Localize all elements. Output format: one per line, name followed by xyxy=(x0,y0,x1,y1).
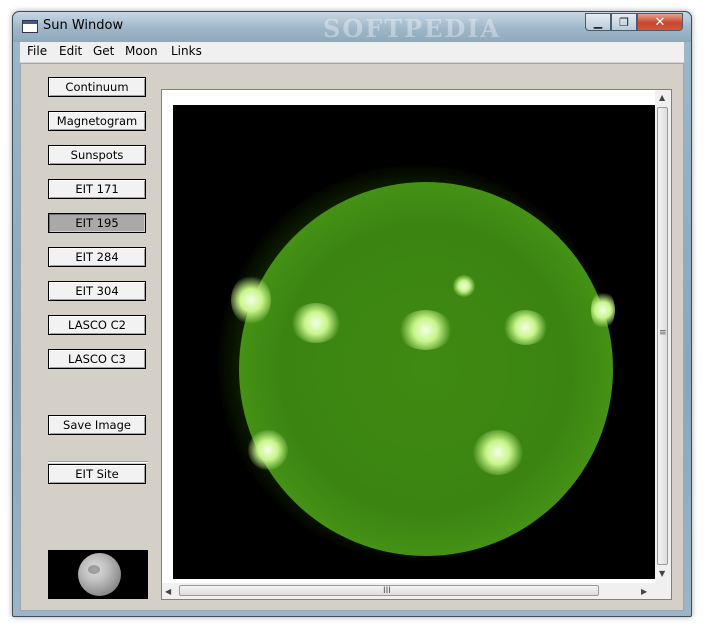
title-bar[interactable]: Sun Window SOFTPEDIA ▁ ❐ ✕ xyxy=(13,12,691,43)
sun-window: Sun Window SOFTPEDIA ▁ ❐ ✕ File Edit Get… xyxy=(12,11,692,617)
scroll-corner xyxy=(655,583,671,599)
flare xyxy=(291,303,341,343)
divider xyxy=(48,461,148,463)
eit-195-button[interactable]: EIT 195 xyxy=(48,213,146,233)
menu-moon[interactable]: Moon xyxy=(125,44,158,58)
lasco-c3-button[interactable]: LASCO C3 xyxy=(48,349,146,369)
sun-disk xyxy=(239,182,613,556)
grip-icon: III xyxy=(383,586,391,596)
eit-304-button[interactable]: EIT 304 xyxy=(48,281,146,301)
flare xyxy=(248,430,288,470)
scroll-up-icon[interactable]: ▲ xyxy=(659,93,665,103)
flare xyxy=(591,290,615,330)
scroll-right-icon[interactable]: ▶ xyxy=(641,587,647,597)
app-icon[interactable] xyxy=(22,20,38,33)
image-viewport: ▲ ≡ ▼ ◀ III ▶ xyxy=(161,89,672,600)
horizontal-scrollbar[interactable]: ◀ III ▶ xyxy=(162,583,655,599)
grip-icon: ≡ xyxy=(659,328,667,338)
scroll-left-icon[interactable]: ◀ xyxy=(165,587,171,597)
menu-edit[interactable]: Edit xyxy=(59,44,82,58)
sun-image xyxy=(173,105,655,579)
watermark: SOFTPEDIA xyxy=(323,14,502,43)
flare xyxy=(473,430,523,475)
flare xyxy=(398,310,453,350)
menu-links[interactable]: Links xyxy=(171,44,202,58)
eit-171-button[interactable]: EIT 171 xyxy=(48,179,146,199)
vertical-scroll-thumb[interactable]: ≡ xyxy=(657,107,668,565)
close-button[interactable]: ✕ xyxy=(637,13,683,31)
menu-file[interactable]: File xyxy=(27,44,47,58)
minimize-button[interactable]: ▁ xyxy=(585,13,611,31)
save-image-button[interactable]: Save Image xyxy=(48,415,146,435)
flare xyxy=(453,275,475,297)
vertical-scrollbar[interactable]: ▲ ≡ ▼ xyxy=(655,90,671,583)
horizontal-scroll-thumb[interactable]: III xyxy=(179,585,599,596)
client-area: Continuum Magnetogram Sunspots EIT 171 E… xyxy=(20,63,684,611)
moon-icon xyxy=(78,553,121,596)
moon-thumbnail[interactable] xyxy=(48,550,148,599)
window-title: Sun Window xyxy=(43,18,124,33)
continuum-button[interactable]: Continuum xyxy=(48,77,146,97)
menu-get[interactable]: Get xyxy=(93,44,114,58)
maximize-button[interactable]: ❐ xyxy=(611,13,637,31)
flare xyxy=(503,310,548,345)
scroll-down-icon[interactable]: ▼ xyxy=(659,569,665,579)
menu-bar: File Edit Get Moon Links xyxy=(20,42,684,63)
lasco-c2-button[interactable]: LASCO C2 xyxy=(48,315,146,335)
sunspots-button[interactable]: Sunspots xyxy=(48,145,146,165)
eit-site-button[interactable]: EIT Site xyxy=(48,464,146,484)
magnetogram-button[interactable]: Magnetogram xyxy=(48,111,146,131)
flare xyxy=(231,275,271,325)
eit-284-button[interactable]: EIT 284 xyxy=(48,247,146,267)
